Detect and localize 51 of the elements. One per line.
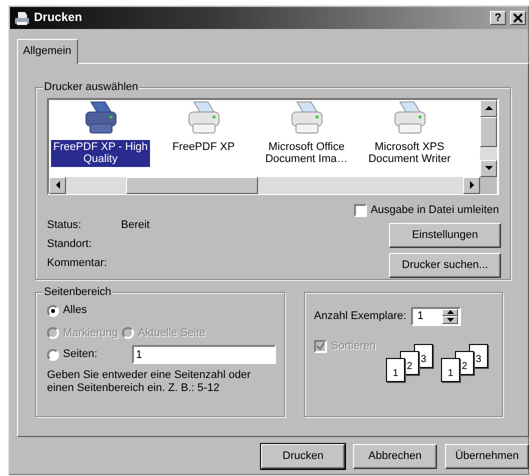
radio-button[interactable] (47, 348, 59, 361)
dialog-button[interactable]: Einstellungen (389, 222, 501, 248)
dialog-button[interactable]: Übernehmen (445, 444, 529, 469)
pages-field[interactable]: 1 (132, 345, 276, 364)
spin-up-button[interactable] (442, 308, 458, 316)
checkmark-icon (316, 342, 325, 351)
field-label: Status: (47, 218, 82, 233)
horizontal-scrollbar[interactable] (49, 176, 480, 194)
dialog-button[interactable]: Drucken (261, 444, 345, 469)
page-number: 1 (386, 358, 405, 382)
scroll-down-button[interactable] (480, 160, 497, 177)
arrow-right-icon (470, 181, 474, 190)
scrollbar-thumb[interactable] (126, 176, 258, 194)
arrow-up-icon (484, 106, 492, 110)
copies-spinner[interactable]: 1 (411, 306, 462, 326)
printer-icon (14, 10, 30, 26)
field-label: Kommentar: (47, 256, 108, 271)
printer-name[interactable]: FreePDF XP - High Quality (51, 140, 150, 167)
arrow-down-icon (484, 166, 492, 170)
scrollbar-corner (480, 176, 497, 194)
group-title: Drucker auswählen (43, 80, 140, 94)
radio-label: Alles (63, 304, 87, 317)
arrow-left-icon (56, 181, 60, 190)
field-label: Standort: (47, 238, 93, 252)
radio-button[interactable] (47, 304, 59, 317)
vertical-scrollbar[interactable] (480, 100, 497, 177)
window-title: Drucken (34, 11, 82, 25)
arrow-down-icon (446, 318, 454, 322)
checkbox-label: Ausgabe in Datei umleiten (370, 204, 499, 216)
scroll-left-button[interactable] (49, 176, 66, 194)
scroll-right-button[interactable] (463, 176, 480, 194)
help-button[interactable]: ? (490, 11, 506, 25)
printer-name[interactable]: Microsoft Office Document Ima… (263, 140, 350, 167)
arrow-up-icon (446, 310, 454, 314)
scroll-up-button[interactable] (480, 100, 497, 117)
checkbox[interactable] (354, 204, 367, 217)
printer-name[interactable]: Microsoft XPS Document Writer (366, 140, 453, 167)
radio-label: Seiten: (63, 348, 98, 362)
tab[interactable]: Allgemein (17, 39, 78, 64)
close-button[interactable] (510, 11, 526, 25)
group-title: Seitenbereich (43, 286, 112, 298)
printer-name[interactable]: FreePDF XP (170, 140, 237, 154)
spin-down-button[interactable] (442, 316, 458, 324)
status-value: Bereit (121, 218, 150, 233)
scrollbar-thumb[interactable] (480, 116, 497, 147)
close-icon (513, 13, 523, 23)
dialog-button[interactable]: Abbrechen (353, 444, 437, 469)
field-label: Anzahl Exemplare: (314, 310, 406, 322)
hint-text: Geben Sie entweder eine Seitenzahl oder einen Seitenbereich ein. Z. B.: 5-12 (47, 369, 252, 395)
page-number: 1 (441, 358, 460, 382)
dialog-button[interactable]: Drucker suchen... (389, 252, 501, 278)
